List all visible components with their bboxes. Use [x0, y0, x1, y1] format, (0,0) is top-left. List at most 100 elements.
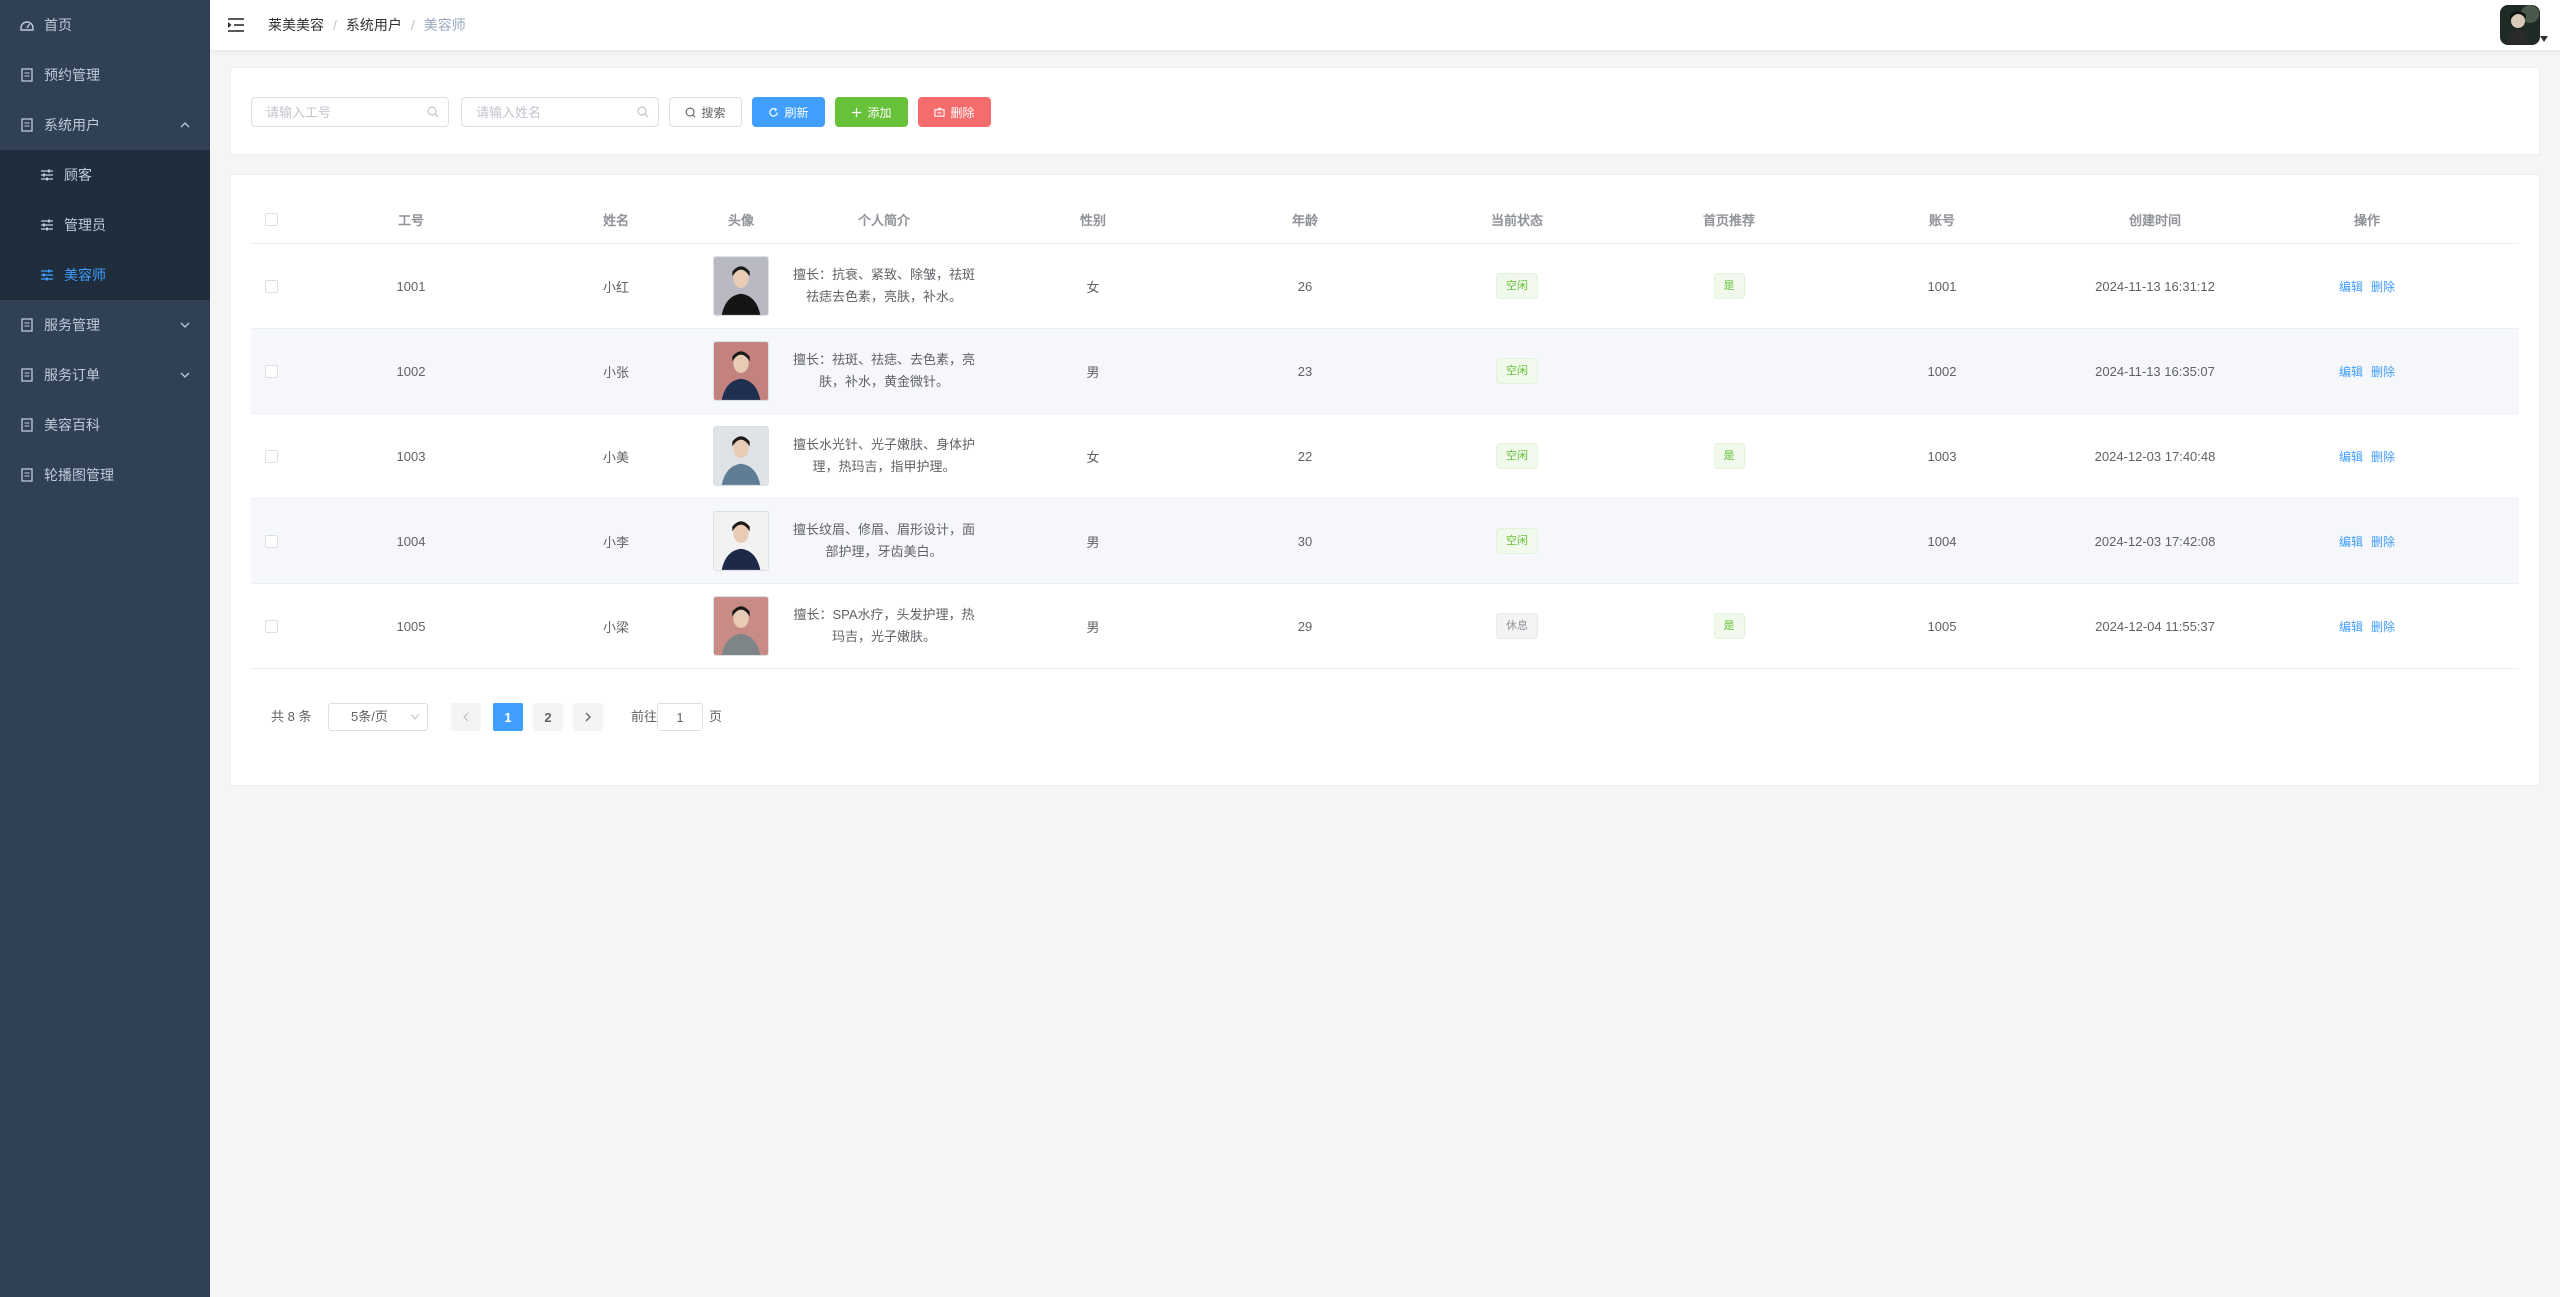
- status-badge: 休息: [1496, 613, 1538, 639]
- cell-recommend: [1623, 329, 1835, 413]
- cell-intro: 擅长纹眉、修眉、眉形设计，面部护理，牙齿美白。: [781, 499, 987, 583]
- header-select-all[interactable]: [251, 195, 291, 243]
- cell-job-no: 1003: [396, 448, 426, 464]
- name-input[interactable]: [462, 98, 646, 126]
- hamburger-icon[interactable]: [226, 15, 246, 35]
- sidebar-item-label: 美容师: [64, 267, 106, 283]
- cell-job-no: 1002: [396, 363, 426, 379]
- select-all-checkbox[interactable]: [264, 212, 278, 226]
- dashboard-icon: [20, 21, 34, 31]
- cell-select: [251, 329, 291, 413]
- search-icon: [637, 106, 649, 118]
- recommend-badge: 是: [1713, 443, 1745, 469]
- breadcrumb-separator: /: [410, 17, 415, 33]
- sidebar-item-appointments[interactable]: 预约管理: [0, 50, 210, 100]
- cell-status: 休息: [1411, 584, 1623, 668]
- sidebar-item-label: 管理员: [64, 217, 106, 233]
- document-icon: [21, 468, 33, 482]
- cell-account: 1005: [1927, 618, 1957, 634]
- search-button[interactable]: 搜索: [669, 97, 742, 127]
- refresh-icon: [769, 107, 779, 117]
- sidebar-item-label: 预约管理: [44, 67, 100, 83]
- cell-select: [251, 584, 291, 668]
- intro-text: 擅长水光针、光子嫩肤、身体护理，热玛吉，指甲护理。: [792, 437, 975, 474]
- table-header: 工号 姓名 头像 个人简介 性别 年龄 当前状态 首页推荐 账号 创建时间 操作: [251, 195, 2519, 244]
- breadcrumb-item[interactable]: 系统用户: [346, 15, 402, 35]
- row-checkbox[interactable]: [264, 449, 278, 463]
- page-button-1[interactable]: 1: [493, 703, 523, 731]
- cell-photo: [701, 244, 781, 328]
- cell-photo: [701, 584, 781, 668]
- table-body: 1001 小红 擅长：抗衰、紧致、除皱，祛斑祛痣去色素，亮肤，补水。女 26 空闲是 10…: [251, 244, 2519, 669]
- breadcrumb-item[interactable]: 莱美美容: [268, 15, 324, 35]
- edit-link[interactable]: 编辑: [2339, 363, 2363, 380]
- beautician-photo: [713, 596, 769, 656]
- cell-age: 22: [1297, 448, 1313, 464]
- cell-intro: 擅长：祛斑、祛痣、去色素，亮肤，补水，黄金微针。: [781, 329, 987, 413]
- edit-link[interactable]: 编辑: [2339, 448, 2363, 465]
- cell-account: 1004: [1927, 533, 1957, 549]
- add-button[interactable]: 添加: [835, 97, 908, 127]
- edit-link[interactable]: 编辑: [2339, 278, 2363, 295]
- row-checkbox[interactable]: [264, 619, 278, 633]
- breadcrumb-current: 美容师: [423, 17, 466, 33]
- page-size-select[interactable]: 5条/页: [328, 703, 428, 731]
- user-avatar-dropdown[interactable]: [2500, 5, 2548, 45]
- column-header-gender: 性别: [1079, 212, 1106, 228]
- cell-account: 1003: [1927, 448, 1957, 464]
- delete-link[interactable]: 删除: [2371, 618, 2395, 635]
- cell-job-no: 1005: [396, 618, 426, 634]
- status-badge: 空闲: [1496, 358, 1538, 384]
- cell-actions: 编辑 删除: [2261, 414, 2473, 498]
- delete-link[interactable]: 删除: [2371, 533, 2395, 550]
- search-icon: [686, 107, 696, 117]
- cell-status: 空闲: [1411, 414, 1623, 498]
- cell-intro: 擅长水光针、光子嫩肤、身体护理，热玛吉，指甲护理。: [781, 414, 987, 498]
- cell-age: 26: [1297, 278, 1313, 294]
- delete-button-label: 删除: [950, 105, 975, 120]
- cell-gender: 女: [1086, 449, 1100, 465]
- sidebar-item-beauticians[interactable]: 美容师: [0, 250, 210, 300]
- intro-text: 擅长：抗衰、紧致、除皱，祛斑祛痣去色素，亮肤，补水。: [792, 267, 975, 304]
- sidebar-item-services[interactable]: 服务管理: [0, 300, 210, 350]
- prev-page-button[interactable]: [451, 703, 481, 731]
- sidebar-item-admins[interactable]: 管理员: [0, 200, 210, 250]
- chevron-down-icon: [180, 322, 190, 328]
- cell-job-no: 1004: [396, 533, 426, 549]
- row-checkbox[interactable]: [264, 364, 278, 378]
- sliders-icon: [41, 169, 53, 181]
- edit-link[interactable]: 编辑: [2339, 533, 2363, 550]
- document-icon: [21, 318, 33, 332]
- status-badge: 空闲: [1496, 273, 1538, 299]
- delete-link[interactable]: 删除: [2371, 278, 2395, 295]
- sidebar-item-orders[interactable]: 服务订单: [0, 350, 210, 400]
- page-button-2[interactable]: 2: [533, 703, 563, 731]
- job-no-input[interactable]: [252, 98, 436, 126]
- refresh-button[interactable]: 刷新: [752, 97, 825, 127]
- goto-page-input[interactable]: [657, 703, 703, 731]
- edit-link[interactable]: 编辑: [2339, 618, 2363, 635]
- pagination-total: 共 8 条: [271, 709, 312, 724]
- document-icon: [21, 68, 33, 82]
- search-button-label: 搜索: [701, 105, 726, 120]
- document-icon: [21, 418, 33, 432]
- sidebar-item-carousel[interactable]: 轮播图管理: [0, 450, 210, 500]
- delete-button[interactable]: 删除: [918, 97, 991, 127]
- column-header-job-no: 工号: [397, 212, 424, 228]
- cell-name: 小李: [602, 534, 629, 550]
- sidebar-item-home[interactable]: 首页: [0, 0, 210, 50]
- sidebar-item-customers[interactable]: 顾客: [0, 150, 210, 200]
- next-page-button[interactable]: [573, 703, 603, 731]
- delete-link[interactable]: 删除: [2371, 363, 2395, 380]
- chevron-right-icon: [585, 712, 591, 722]
- sidebar-item-label: 服务管理: [44, 317, 100, 333]
- name-field: [461, 97, 659, 127]
- page-size-value: 5条/页: [351, 709, 388, 724]
- sidebar-item-encyclopedia[interactable]: 美容百科: [0, 400, 210, 450]
- column-header-created: 创建时间: [2128, 212, 2181, 228]
- row-checkbox[interactable]: [264, 279, 278, 293]
- delete-link[interactable]: 删除: [2371, 448, 2395, 465]
- cell-name: 小张: [602, 364, 629, 380]
- sidebar-item-system-users[interactable]: 系统用户: [0, 100, 210, 150]
- row-checkbox[interactable]: [264, 534, 278, 548]
